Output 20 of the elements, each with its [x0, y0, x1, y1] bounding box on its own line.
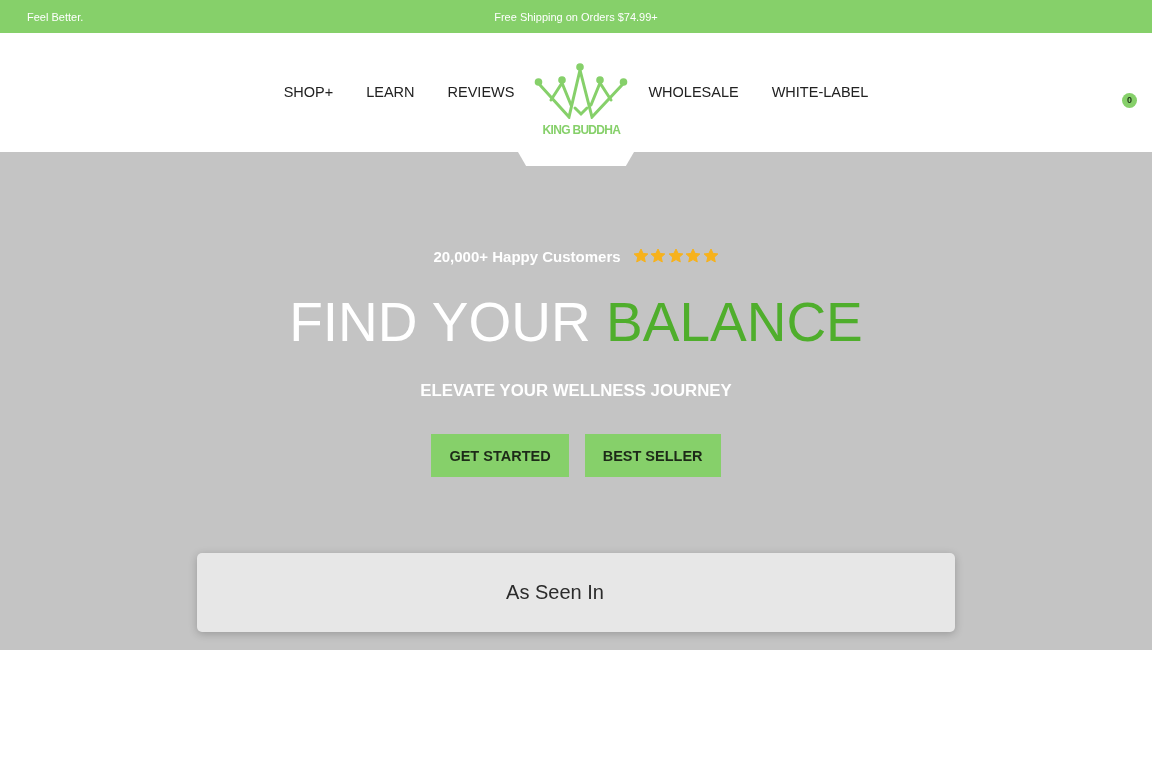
nav-link[interactable]: REVIEWS: [447, 83, 515, 100]
rating-text: 20,000+ Happy Customers: [433, 247, 621, 265]
star-icon: [667, 248, 684, 264]
nav-link[interactable]: SHOP+: [283, 83, 334, 100]
announcement-text: Feel Better.: [27, 10, 84, 23]
star-icon: [632, 248, 649, 264]
nav-link[interactable]: WHITE-LABEL: [771, 83, 869, 100]
section-title: As Seen In: [506, 581, 604, 604]
nav-link[interactable]: WHOLESALE: [648, 83, 739, 100]
hero-headline: FIND YOUR BALANCE: [289, 293, 863, 351]
cta-button[interactable]: BEST SELLER: [584, 434, 721, 477]
announcement-text: Free Shipping on Orders $74.99+: [494, 10, 658, 23]
nav-link[interactable]: LEARN: [366, 83, 415, 100]
star-icon: [650, 248, 667, 264]
hero-subheadline: ELEVATE YOUR WELLNESS JOURNEY: [420, 381, 732, 401]
crown-icon: [534, 62, 629, 119]
cta-button[interactable]: GET STARTED: [431, 434, 569, 477]
star-icon: [702, 248, 719, 264]
cart-count-badge[interactable]: 0: [1122, 92, 1137, 108]
star-icon: [685, 248, 702, 264]
